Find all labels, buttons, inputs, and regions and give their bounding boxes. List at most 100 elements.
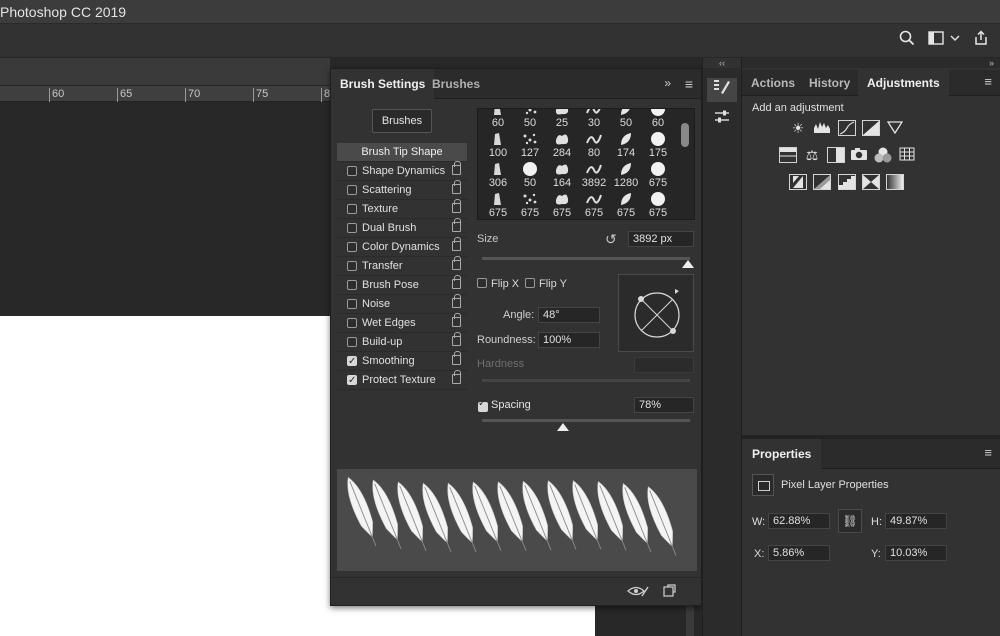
vibrance-icon[interactable] bbox=[886, 120, 904, 136]
x-field[interactable]: 5.86% bbox=[768, 545, 830, 561]
option-protect-texture[interactable]: Protect Texture bbox=[337, 370, 467, 390]
brush-preset[interactable]: 60 bbox=[482, 109, 514, 131]
brush-settings-icon[interactable] bbox=[707, 78, 737, 102]
spacing-checkbox[interactable] bbox=[478, 398, 488, 412]
brush-preset[interactable]: 80 bbox=[578, 129, 610, 161]
brush-preset[interactable]: 675 bbox=[482, 189, 514, 219]
option-dual-brush[interactable]: Dual Brush bbox=[337, 218, 467, 238]
color-lookup-icon[interactable] bbox=[898, 147, 916, 163]
brush-preset[interactable]: 675 bbox=[546, 189, 578, 219]
brush-preset[interactable]: 174 bbox=[610, 129, 642, 161]
width-field[interactable]: 62.88% bbox=[768, 513, 830, 529]
brush-preset[interactable]: 675 bbox=[610, 189, 642, 219]
black-white-icon[interactable] bbox=[827, 147, 845, 163]
checkbox[interactable] bbox=[347, 204, 357, 214]
option-noise[interactable]: Noise bbox=[337, 294, 467, 314]
checkbox[interactable] bbox=[347, 185, 357, 195]
brush-preset[interactable]: 100 bbox=[482, 129, 514, 161]
brush-preset[interactable]: 306 bbox=[482, 159, 514, 191]
selective-color-icon[interactable] bbox=[862, 174, 880, 190]
search-icon[interactable] bbox=[896, 30, 918, 52]
gradient-map-icon[interactable] bbox=[886, 174, 904, 190]
lock-icon[interactable] bbox=[452, 313, 461, 327]
brush-preset[interactable]: 127 bbox=[514, 129, 546, 161]
checkbox[interactable] bbox=[347, 242, 357, 252]
checkbox[interactable] bbox=[347, 299, 357, 309]
collapse-icon[interactable]: » bbox=[664, 76, 671, 90]
panel-menu-icon[interactable]: ≡ bbox=[984, 74, 992, 89]
brush-preset[interactable]: 60 bbox=[642, 109, 674, 131]
tab-properties[interactable]: Properties bbox=[742, 439, 822, 469]
panel-menu-icon[interactable]: ≡ bbox=[685, 76, 693, 92]
photo-filter-icon[interactable] bbox=[850, 147, 868, 163]
checkbox[interactable] bbox=[347, 223, 357, 233]
option-texture[interactable]: Texture bbox=[337, 199, 467, 219]
toggle-live-tip-icon[interactable] bbox=[627, 584, 649, 601]
lock-icon[interactable] bbox=[452, 294, 461, 308]
dock-collapse-icon[interactable]: » bbox=[742, 58, 1000, 68]
lock-icon[interactable] bbox=[452, 256, 461, 270]
size-field[interactable]: 3892 px bbox=[628, 231, 694, 247]
checkbox[interactable] bbox=[347, 372, 357, 390]
lock-icon[interactable] bbox=[452, 351, 461, 365]
lock-icon[interactable] bbox=[452, 332, 461, 346]
brightness-contrast-icon[interactable]: ☀ bbox=[789, 120, 807, 136]
tab-actions[interactable]: Actions bbox=[742, 70, 804, 96]
roundness-field[interactable]: 100% bbox=[538, 332, 600, 348]
option-wet-edges[interactable]: Wet Edges bbox=[337, 313, 467, 333]
brush-preset[interactable]: 175 bbox=[642, 129, 674, 161]
color-balance-icon[interactable]: ⚖ bbox=[803, 147, 821, 163]
collapse-icon[interactable]: ‹‹ bbox=[703, 58, 741, 68]
lock-icon[interactable] bbox=[452, 370, 461, 384]
option-scattering[interactable]: Scattering bbox=[337, 180, 467, 200]
spacing-field[interactable]: 78% bbox=[634, 397, 694, 413]
threshold-icon[interactable] bbox=[838, 174, 856, 190]
invert-icon[interactable] bbox=[789, 174, 807, 190]
reset-icon[interactable]: ↺ bbox=[605, 231, 617, 248]
checkbox[interactable] bbox=[347, 353, 357, 371]
flip-y-toggle[interactable]: Flip Y bbox=[525, 278, 567, 290]
tab-history[interactable]: History bbox=[800, 70, 859, 96]
brush-preset[interactable]: 3892 bbox=[578, 159, 610, 191]
size-slider-thumb[interactable] bbox=[681, 260, 694, 268]
posterize-icon[interactable] bbox=[813, 174, 831, 190]
link-icon[interactable]: ⛓ bbox=[838, 509, 862, 533]
brush-preset[interactable]: 25 bbox=[546, 109, 578, 131]
brush-preset[interactable]: 1280 bbox=[610, 159, 642, 191]
lock-icon[interactable] bbox=[452, 199, 461, 213]
adjustments-sliders-icon[interactable] bbox=[707, 108, 737, 132]
brushes-button[interactable]: Brushes bbox=[372, 109, 432, 133]
brush-preset[interactable]: 50 bbox=[610, 109, 642, 131]
checkbox[interactable] bbox=[347, 166, 357, 176]
brush-preset[interactable]: 675 bbox=[578, 189, 610, 219]
spacing-slider[interactable] bbox=[482, 419, 690, 422]
checkbox[interactable] bbox=[347, 337, 357, 347]
height-field[interactable]: 49.87% bbox=[885, 513, 947, 529]
spacing-slider-thumb[interactable] bbox=[557, 423, 570, 431]
panel-menu-icon[interactable]: ≡ bbox=[984, 445, 992, 460]
brush-preset[interactable]: 50 bbox=[514, 159, 546, 191]
option-transfer[interactable]: Transfer bbox=[337, 256, 467, 276]
tab-brush-settings[interactable]: Brush Settings bbox=[331, 69, 435, 99]
preset-scrollbar[interactable] bbox=[681, 123, 689, 147]
brush-preset[interactable]: 284 bbox=[546, 129, 578, 161]
levels-icon[interactable] bbox=[813, 120, 831, 136]
lock-icon[interactable] bbox=[452, 180, 461, 194]
brush-preset[interactable]: 675 bbox=[514, 189, 546, 219]
lock-icon[interactable] bbox=[452, 275, 461, 289]
channel-mixer-icon[interactable] bbox=[874, 147, 892, 163]
option-build-up[interactable]: Build-up bbox=[337, 332, 467, 352]
tab-adjustments[interactable]: Adjustments bbox=[858, 70, 949, 96]
option-brush-pose[interactable]: Brush Pose bbox=[337, 275, 467, 295]
checkbox[interactable] bbox=[347, 280, 357, 290]
lock-icon[interactable] bbox=[452, 218, 461, 232]
exposure-icon[interactable] bbox=[862, 120, 880, 136]
option-shape-dynamics[interactable]: Shape Dynamics bbox=[337, 161, 467, 181]
size-slider[interactable] bbox=[482, 257, 690, 260]
brush-preset[interactable]: 675 bbox=[642, 159, 674, 191]
brush-preset[interactable]: 30 bbox=[578, 109, 610, 131]
brush-preset[interactable]: 50 bbox=[514, 109, 546, 131]
new-brush-icon[interactable] bbox=[662, 584, 676, 601]
workspace-icon[interactable] bbox=[926, 30, 962, 52]
share-icon[interactable] bbox=[970, 30, 992, 52]
